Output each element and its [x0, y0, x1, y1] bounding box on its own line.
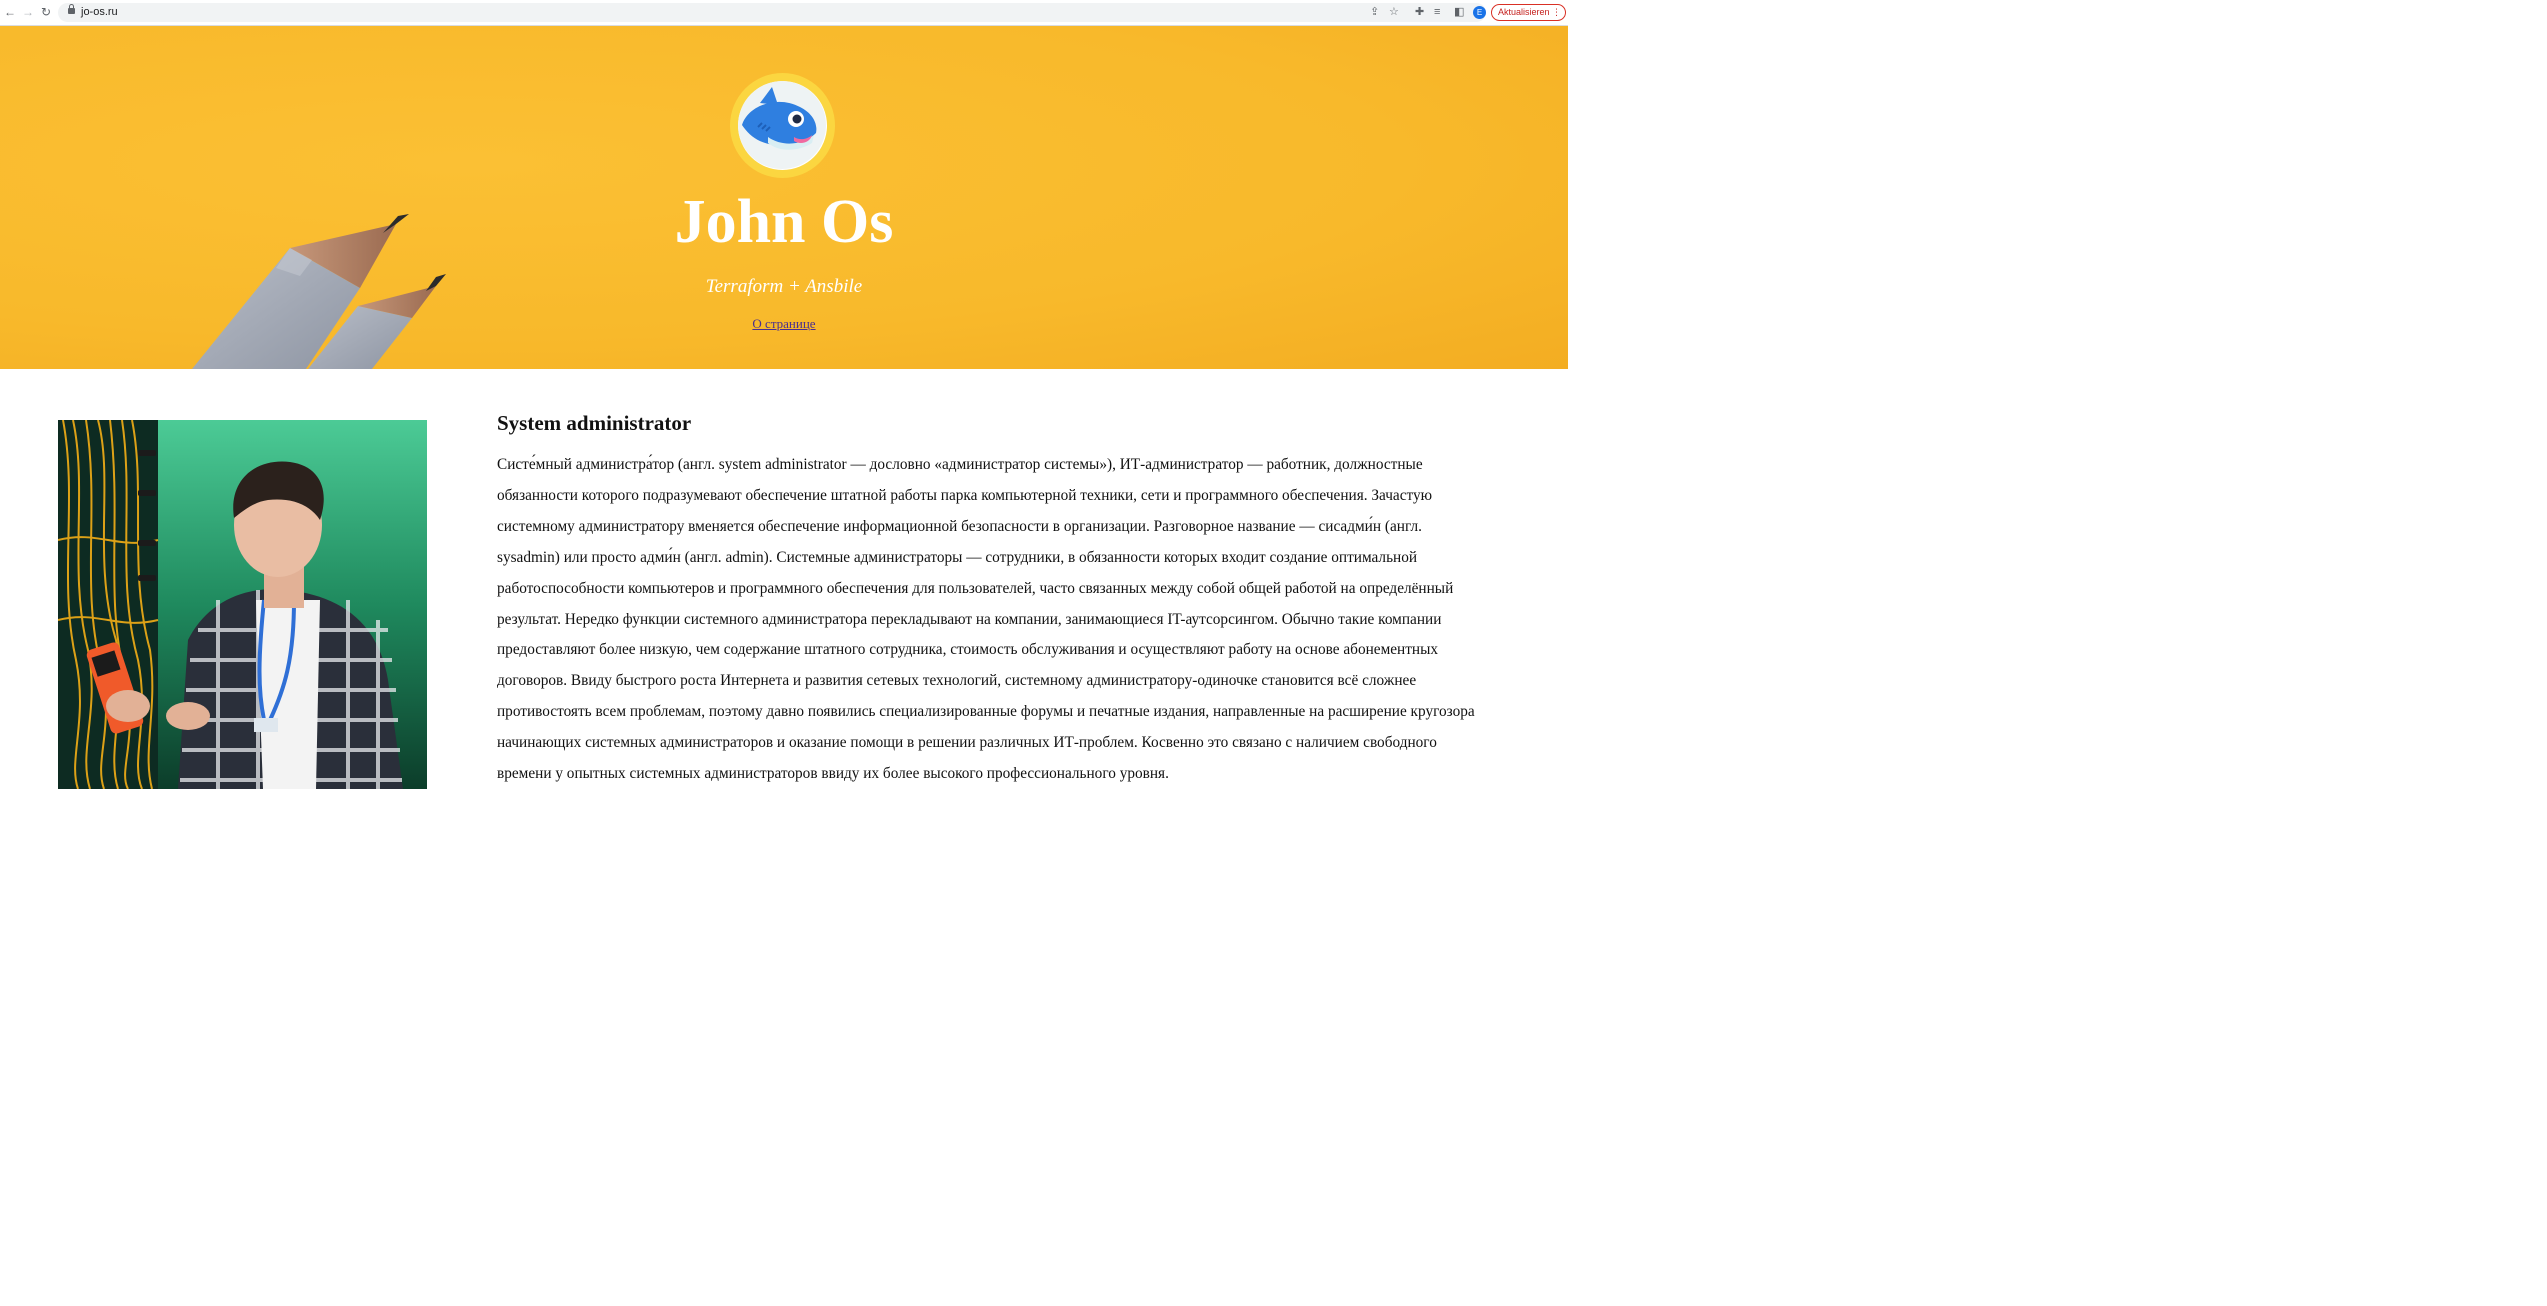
browser-toolbar: ← → ↻ jo-os.ru ⇪ ☆ ✚ ≡ ◧ E Aktualisieren…: [0, 0, 1568, 26]
lock-icon[interactable]: [68, 4, 75, 14]
sysadmin-photo: [58, 420, 427, 789]
update-button-label: Aktualisieren: [1498, 7, 1550, 17]
article-body: Систе́мный администра́тор (англ. system …: [497, 456, 1475, 783]
bookmark-star-icon[interactable]: ☆: [1389, 5, 1399, 20]
article-title: System administrator: [497, 411, 692, 435]
reload-icon[interactable]: ↻: [41, 4, 51, 20]
address-bar[interactable]: jo-os.ru ⇪ ☆: [58, 3, 1486, 22]
profile-avatar[interactable]: E: [1473, 6, 1486, 19]
update-button[interactable]: Aktualisieren ⋮: [1491, 4, 1566, 21]
about-page-link[interactable]: О странице: [752, 316, 815, 331]
avatar: [730, 73, 835, 178]
reading-list-icon[interactable]: ≡: [1434, 5, 1440, 19]
url-text[interactable]: jo-os.ru: [81, 5, 118, 20]
hero-banner: John Os Terraform + Ansbile О странице: [0, 26, 1568, 369]
back-icon[interactable]: ←: [4, 4, 16, 20]
shark-logo-icon: [738, 81, 826, 169]
extensions-icon[interactable]: ✚: [1415, 5, 1424, 19]
site-subtitle: Terraform + Ansbile: [705, 276, 863, 297]
more-menu-icon[interactable]: ⋮: [1552, 5, 1561, 20]
side-panel-icon[interactable]: ◧: [1454, 5, 1464, 19]
site-title: John Os: [674, 188, 894, 256]
forward-icon[interactable]: →: [22, 4, 34, 20]
share-icon[interactable]: ⇪: [1370, 5, 1379, 20]
about-link-container: О странице: [0, 316, 1568, 332]
